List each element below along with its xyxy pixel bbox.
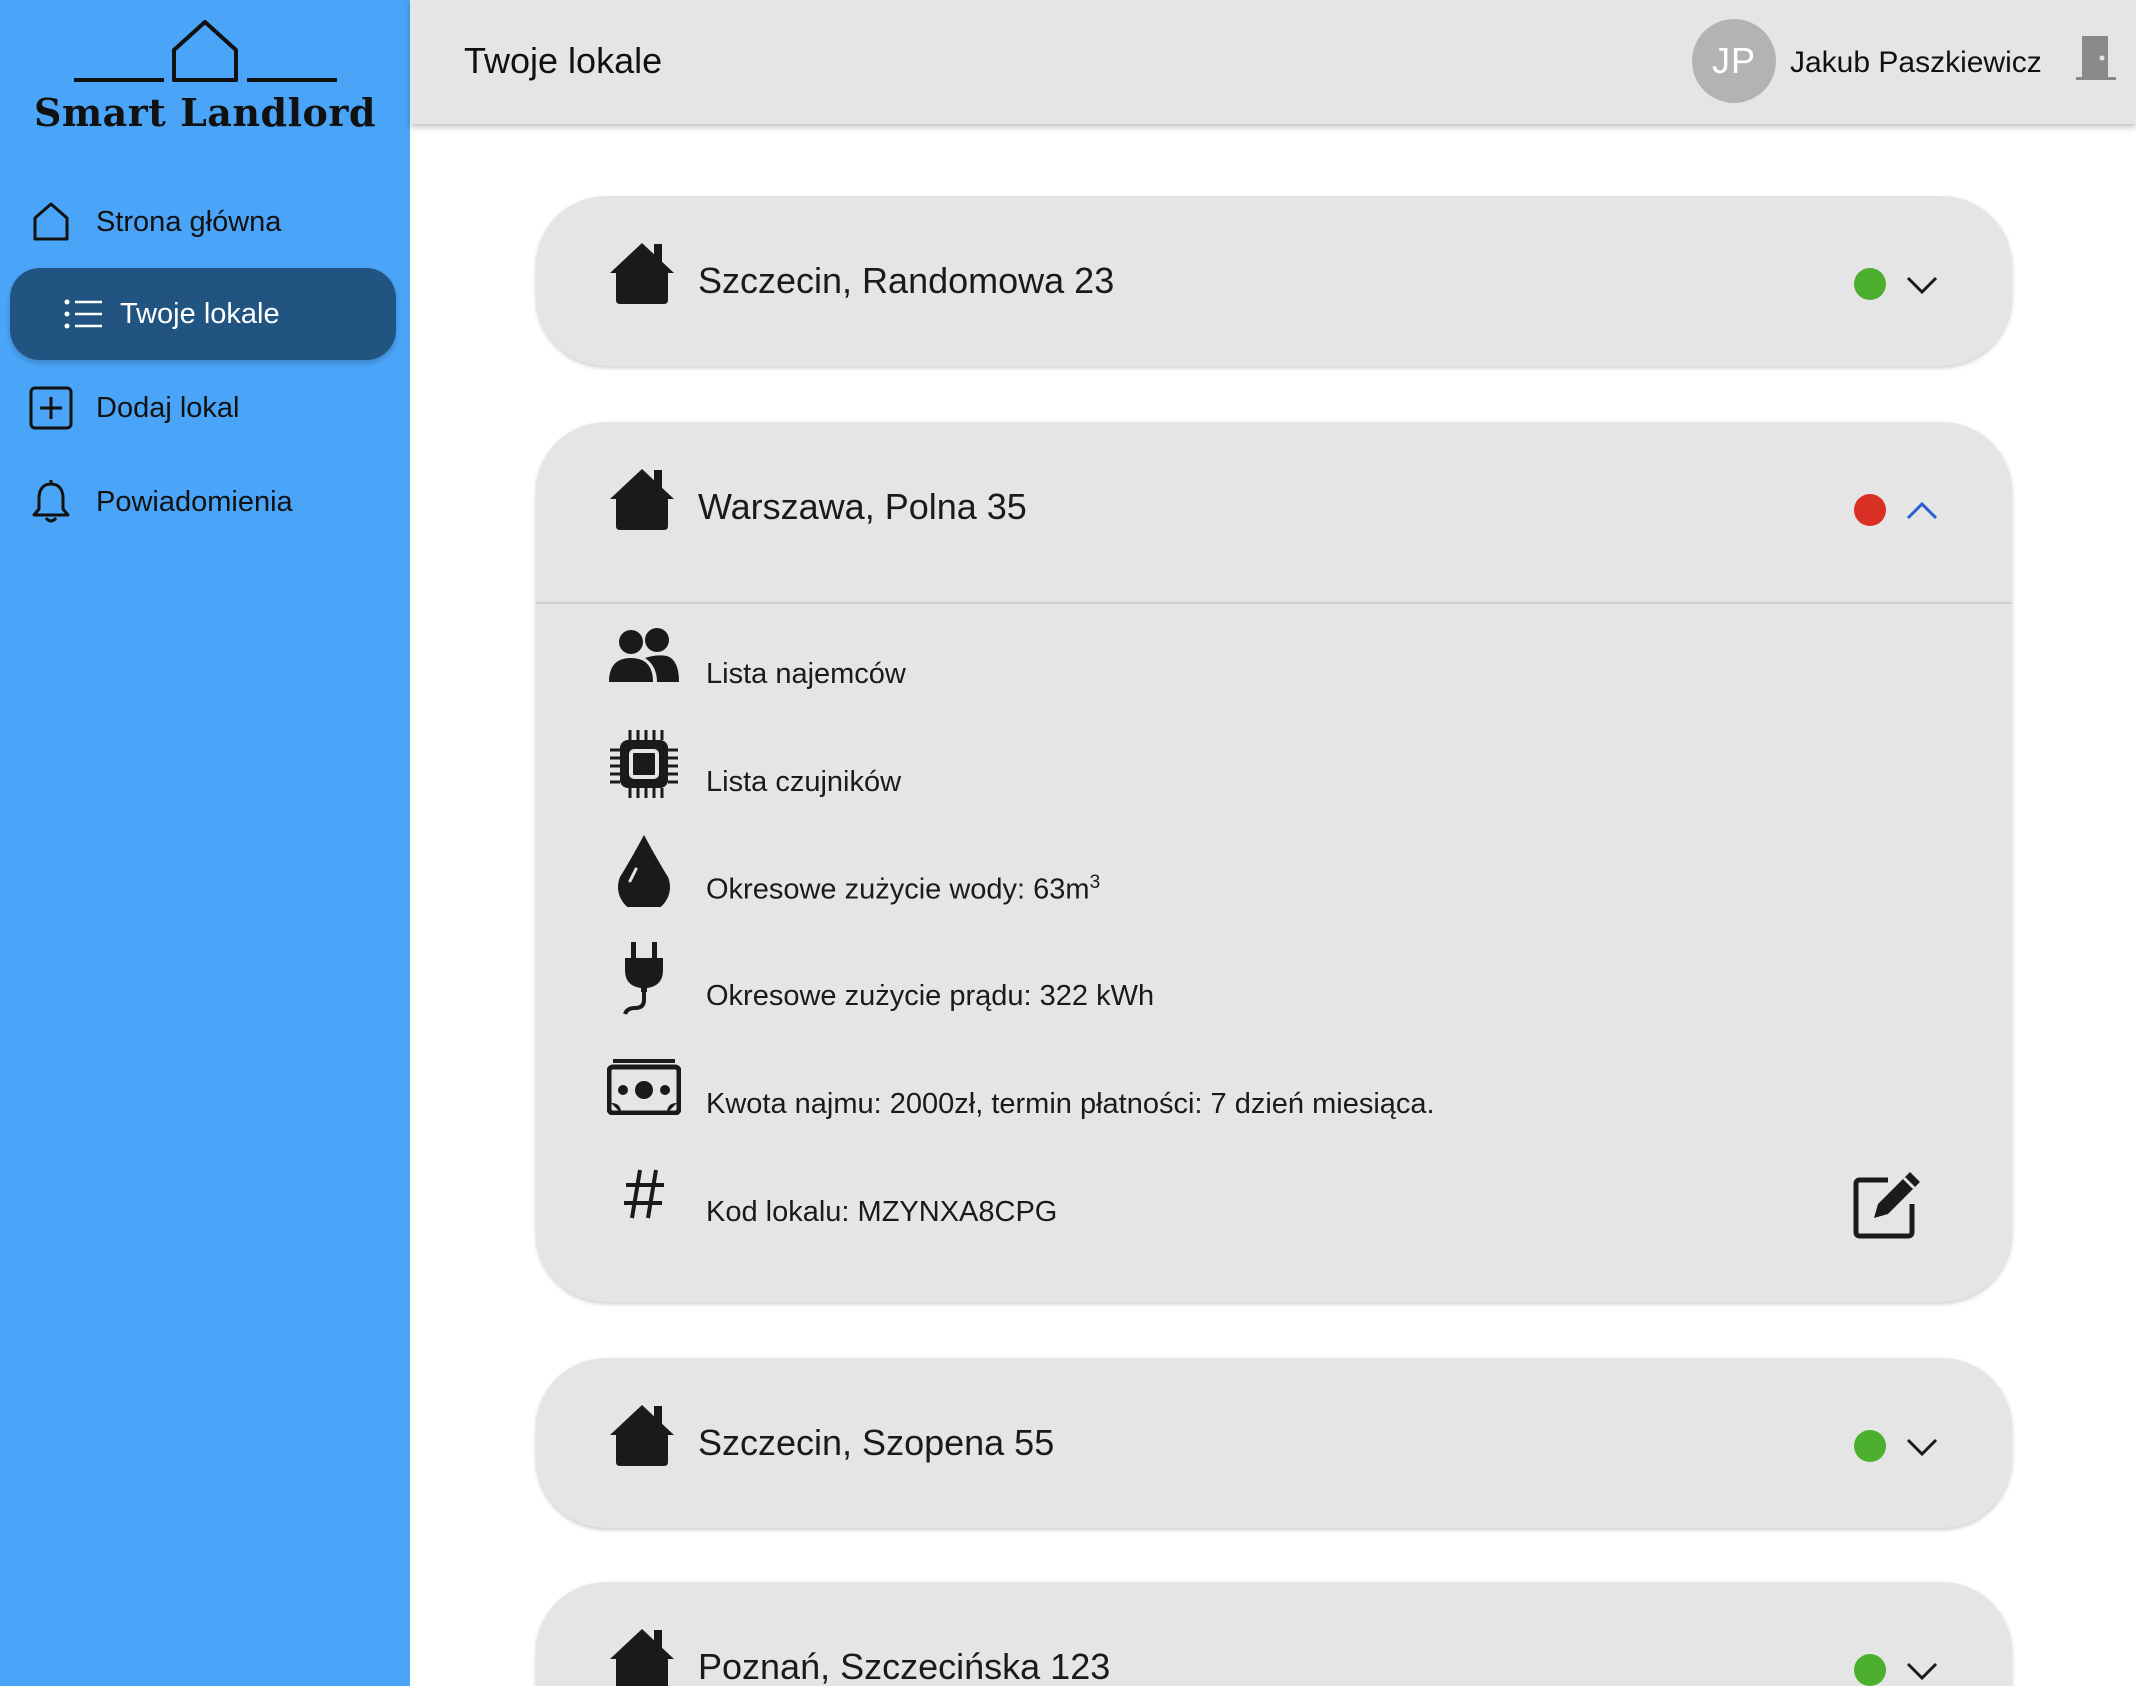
detail-text: Kwota najmu: 2000zł, termin płatności: 7… [706, 1088, 1435, 1120]
property-card: Szczecin, Randomowa 23 [536, 196, 2012, 366]
detail-text: Lista najemców [706, 658, 906, 690]
logo-house-icon [74, 20, 337, 82]
divider [536, 602, 2012, 604]
property-code: Kod lokalu: MZYNXA8CPG [536, 1156, 2012, 1246]
property-card-header[interactable]: Warszawa, Polna 35 [536, 422, 2012, 592]
app-logo[interactable]: Smart Landlord [0, 0, 410, 150]
bell-icon [28, 479, 74, 525]
edit-property-button[interactable] [1852, 1168, 1924, 1240]
detail-text: Okresowe zużycie wody: 63m3 [706, 872, 1101, 906]
door-icon [2076, 36, 2116, 80]
detail-text: Kod lokalu: MZYNXA8CPG [706, 1196, 1058, 1228]
home-outline-icon [28, 199, 74, 245]
status-indicator [1854, 268, 1886, 300]
property-card: Szczecin, Szopena 55 [536, 1358, 2012, 1528]
plus-square-icon [28, 385, 74, 431]
sidebar-item-properties[interactable]: Twoje lokale [10, 268, 396, 360]
house-icon [610, 469, 674, 530]
property-card-expanded: Warszawa, Polna 35 Lista najemców Lista … [536, 422, 2012, 1302]
user-name[interactable]: Jakub Paszkiewicz [1790, 46, 2042, 80]
brand-name: Smart Landlord [34, 90, 376, 135]
sidebar: Smart Landlord Strona główna Twoje lokal… [0, 0, 410, 1686]
status-indicator [1854, 494, 1886, 526]
users-icon [606, 618, 682, 694]
page-title: Twoje lokale [464, 40, 663, 81]
chevron-up-icon[interactable] [1904, 494, 1940, 526]
money-bill-icon [606, 1048, 682, 1124]
house-icon [610, 243, 674, 304]
avatar[interactable]: JP [1692, 19, 1776, 103]
power-usage: Okresowe zużycie prądu: 322 kWh [536, 940, 2012, 1030]
property-address: Warszawa, Polna 35 [698, 486, 1027, 527]
chevron-down-icon[interactable] [1904, 268, 1940, 300]
status-indicator [1854, 1430, 1886, 1462]
house-icon [610, 1629, 674, 1686]
water-usage: Okresowe zużycie wody: 63m3 [536, 832, 2012, 922]
sensors-list-link[interactable]: Lista czujników [536, 726, 2012, 816]
chip-icon [606, 726, 682, 802]
sidebar-item-label: Strona główna [96, 205, 282, 238]
property-address: Szczecin, Szopena 55 [698, 1422, 1055, 1463]
tenants-list-link[interactable]: Lista najemców [536, 618, 2012, 708]
rent-info: Kwota najmu: 2000zł, termin płatności: 7… [536, 1048, 2012, 1138]
sidebar-item-add-property[interactable]: Dodaj lokal [10, 362, 396, 454]
logout-button[interactable] [2076, 34, 2116, 82]
plug-icon [606, 940, 682, 1016]
sidebar-item-home[interactable]: Strona główna [10, 176, 396, 268]
property-card: Poznań, Szczecińska 123 [536, 1582, 2012, 1686]
house-icon [610, 1405, 674, 1466]
sidebar-item-label: Powiadomienia [96, 485, 293, 518]
sidebar-item-label: Twoje lokale [120, 297, 280, 330]
sidebar-item-notifications[interactable]: Powiadomienia [10, 456, 396, 548]
property-address: Szczecin, Randomowa 23 [698, 260, 1115, 301]
hash-icon [606, 1156, 682, 1232]
chevron-down-icon[interactable] [1904, 1654, 1940, 1686]
sidebar-item-label: Dodaj lokal [96, 391, 240, 424]
chevron-down-icon[interactable] [1904, 1430, 1940, 1462]
list-icon [64, 291, 104, 337]
detail-text: Okresowe zużycie prądu: 322 kWh [706, 980, 1155, 1012]
property-card-header[interactable]: Szczecin, Randomowa 23 [536, 196, 2012, 366]
property-address: Poznań, Szczecińska 123 [698, 1646, 1111, 1686]
property-card-header[interactable]: Szczecin, Szopena 55 [536, 1358, 2012, 1528]
status-indicator [1854, 1654, 1886, 1686]
top-header: Twoje lokale JP Jakub Paszkiewicz [410, 0, 2136, 124]
detail-text: Lista czujników [706, 766, 902, 798]
property-card-header[interactable]: Poznań, Szczecińska 123 [536, 1582, 2012, 1686]
water-drop-icon [606, 832, 682, 908]
edit-icon [1853, 1172, 1920, 1239]
